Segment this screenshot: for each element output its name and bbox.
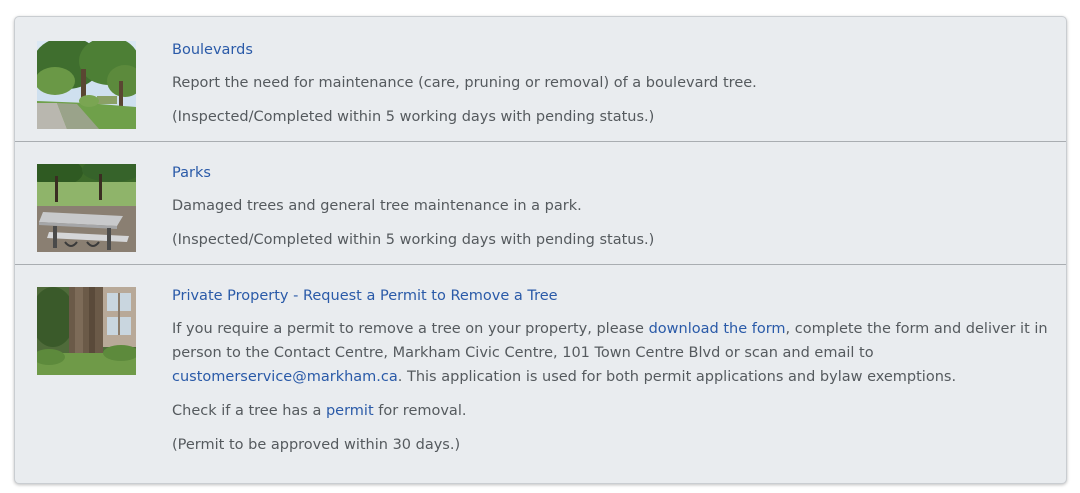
private-property-link[interactable]: Private Property - Request a Permit to R…	[172, 284, 1056, 308]
service-item-parks: Parks Damaged trees and general tree mai…	[15, 141, 1066, 264]
park-picnic-table-photo	[37, 164, 136, 252]
private-property-description: If you require a permit to remove a tree…	[172, 317, 1056, 389]
permit-timeline-note: (Permit to be approved within 30 days.)	[172, 437, 461, 453]
permit-link[interactable]: permit	[326, 403, 374, 419]
description-text: . This application is used for both perm…	[397, 369, 957, 385]
permit-check-text: for removal.	[373, 403, 467, 419]
download-form-link[interactable]: download the form	[649, 321, 786, 337]
permit-check-text: Check if a tree has a	[172, 403, 326, 419]
service-item-private-property: Private Property - Request a Permit to R…	[15, 264, 1066, 483]
boulevards-description: Report the need for maintenance (care, p…	[172, 75, 757, 91]
description-text: If you require a permit to remove a tree…	[172, 321, 649, 337]
parks-timeline-note: (Inspected/Completed within 5 working da…	[172, 232, 655, 248]
service-item-text: Boulevards Report the need for maintenan…	[172, 38, 1056, 139]
boulevard-tree-photo	[37, 41, 136, 129]
boulevards-link[interactable]: Boulevards	[172, 38, 1056, 62]
tree-services-panel: Boulevards Report the need for maintenan…	[14, 16, 1067, 484]
customer-service-email-link[interactable]: customerservice@markham.ca	[172, 369, 398, 385]
parks-link[interactable]: Parks	[172, 161, 1056, 185]
permit-check-line: Check if a tree has a permit for removal…	[172, 399, 1056, 423]
service-item-text: Private Property - Request a Permit to R…	[172, 284, 1056, 467]
parks-description: Damaged trees and general tree maintenan…	[172, 198, 582, 214]
private-property-tree-photo	[37, 287, 136, 375]
service-item-boulevards: Boulevards Report the need for maintenan…	[15, 17, 1066, 141]
boulevards-timeline-note: (Inspected/Completed within 5 working da…	[172, 109, 655, 125]
service-item-text: Parks Damaged trees and general tree mai…	[172, 161, 1056, 262]
